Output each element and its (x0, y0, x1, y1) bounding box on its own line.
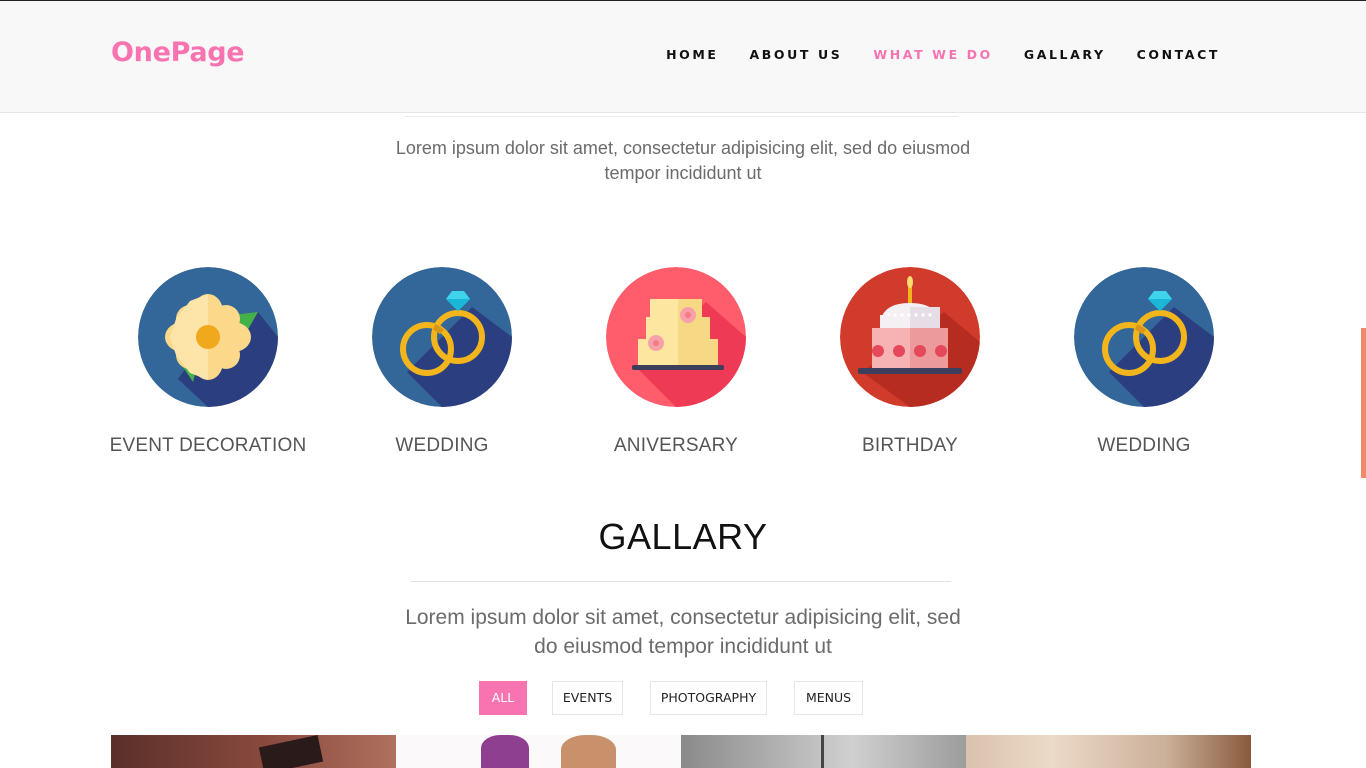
section-divider (405, 116, 958, 117)
service-wedding-2[interactable]: WEDDING (1014, 267, 1274, 457)
service-wedding[interactable]: WEDDING (312, 267, 572, 457)
service-aniversary[interactable]: ANIVERSARY (546, 267, 806, 457)
nav-home[interactable]: HOME (666, 47, 718, 62)
filter-events-button[interactable]: EVENTS (552, 681, 623, 715)
filter-photography-button[interactable]: PHOTOGRAPHY (650, 681, 767, 715)
nav-about-us[interactable]: ABOUT US (750, 47, 843, 62)
service-label: WEDDING (395, 435, 489, 456)
service-event-decoration[interactable]: EVENT DECORATION (78, 267, 338, 457)
service-birthday[interactable]: BIRTHDAY (780, 267, 1040, 457)
service-label: EVENT DECORATION (109, 435, 307, 456)
gallery-image[interactable] (111, 735, 396, 768)
service-label: WEDDING (1097, 435, 1191, 456)
site-logo[interactable]: OnePage (111, 37, 245, 68)
gallery-subtitle: Lorem ipsum dolor sit amet, consectetur … (405, 606, 961, 658)
gallery-title: GALLARY (598, 516, 768, 557)
gallery-divider (411, 581, 951, 582)
scrollbar-thumb[interactable] (1361, 328, 1366, 478)
rings-icon (1074, 267, 1214, 407)
site-header: OnePage HOME ABOUT US WHAT WE DO GALLARY… (0, 1, 1366, 113)
gallery-filters: ALL EVENTS PHOTOGRAPHY MENUS (0, 681, 1366, 715)
nav-what-we-do[interactable]: WHAT WE DO (873, 47, 993, 62)
service-label: BIRTHDAY (862, 435, 958, 456)
flower-icon (138, 267, 278, 407)
filter-menus-button[interactable]: MENUS (794, 681, 863, 715)
filter-all-button[interactable]: ALL (479, 681, 527, 715)
cake-icon (606, 267, 746, 407)
birthday-cake-icon (840, 267, 980, 407)
services-intro: Lorem ipsum dolor sit amet, consectetur … (395, 138, 971, 183)
gallery-image[interactable] (966, 735, 1251, 768)
main-nav: HOME ABOUT US WHAT WE DO GALLARY CONTACT (635, 47, 1220, 62)
rings-icon (372, 267, 512, 407)
nav-gallary[interactable]: GALLARY (1024, 47, 1106, 62)
gallery-image[interactable] (681, 735, 966, 768)
gallery-image[interactable] (396, 735, 681, 768)
nav-contact[interactable]: CONTACT (1137, 47, 1220, 62)
service-label: ANIVERSARY (613, 435, 739, 456)
